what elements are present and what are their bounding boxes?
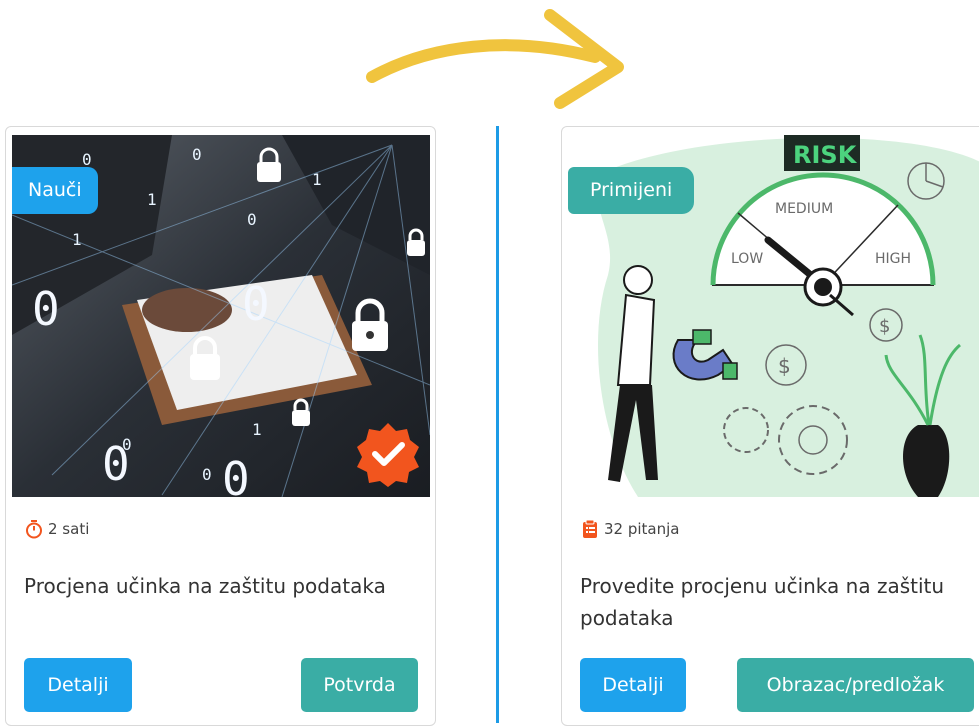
svg-text:$: $ bbox=[879, 316, 890, 337]
verified-badge-icon bbox=[357, 423, 419, 487]
stopwatch-icon bbox=[26, 520, 42, 539]
svg-text:0: 0 bbox=[192, 145, 202, 164]
duration-meta: 2 sati bbox=[24, 519, 89, 539]
course-card-learn: 011 001 010 0000 Nauči 2 sati Procjena u… bbox=[5, 126, 436, 726]
template-button[interactable]: Obrazac/predložak bbox=[737, 658, 974, 712]
gauge-label-low: LOW bbox=[731, 251, 763, 267]
svg-text:1: 1 bbox=[72, 230, 82, 249]
svg-text:0: 0 bbox=[202, 465, 212, 484]
svg-text:0: 0 bbox=[222, 452, 250, 497]
clipboard-list-icon bbox=[583, 519, 597, 538]
svg-text:1: 1 bbox=[147, 190, 157, 209]
gauge-label-medium: MEDIUM bbox=[775, 201, 833, 217]
svg-text:$: $ bbox=[778, 354, 791, 378]
details-button[interactable]: Detalji bbox=[580, 658, 686, 712]
risk-label: RISK bbox=[793, 141, 858, 169]
svg-text:0: 0 bbox=[102, 437, 130, 491]
card-title: Provedite procjenu učinka na zaštitu pod… bbox=[580, 574, 945, 630]
svg-text:0: 0 bbox=[32, 282, 60, 336]
svg-text:0: 0 bbox=[247, 210, 257, 229]
course-card-apply: MEDIUM LOW HIGH RISK $ $ Primijeni 32 pi… bbox=[561, 126, 979, 726]
svg-text:1: 1 bbox=[312, 170, 322, 189]
duration-text: 2 sati bbox=[48, 520, 90, 538]
details-button[interactable]: Detalji bbox=[24, 658, 132, 712]
gauge-label-high: HIGH bbox=[875, 251, 911, 267]
flow-arrow-icon bbox=[366, 9, 624, 109]
badge-apply: Primijeni bbox=[568, 167, 695, 214]
column-divider bbox=[496, 126, 499, 723]
questions-meta: 32 pitanja bbox=[580, 519, 679, 539]
svg-text:0: 0 bbox=[242, 277, 270, 331]
badge-learn: Nauči bbox=[12, 167, 98, 214]
svg-text:1: 1 bbox=[252, 420, 262, 439]
questions-text: 32 pitanja bbox=[604, 520, 680, 538]
card-title: Procjena učinka na zaštitu podataka bbox=[24, 574, 386, 598]
confirm-button[interactable]: Potvrda bbox=[301, 658, 418, 712]
